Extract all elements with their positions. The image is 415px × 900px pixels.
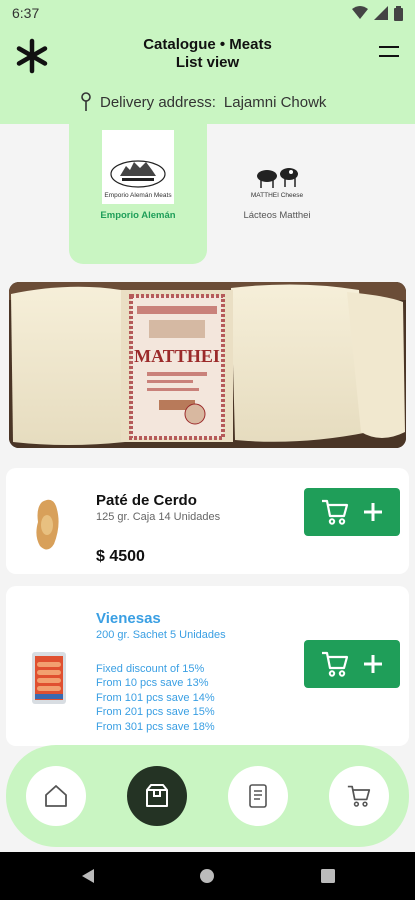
vienesas-product-image — [32, 652, 66, 704]
product-subtitle: 200 gr. Sachet 5 Unidades — [96, 629, 226, 641]
banner-brand-text: MATTHEI — [134, 346, 220, 366]
recents-icon[interactable] — [320, 868, 336, 884]
promo-banner[interactable]: MATTHEI — [9, 282, 406, 448]
page-title: Catalogue • Meats — [143, 36, 272, 53]
brand-logo-caption: Emporio Alemán Meats — [104, 192, 172, 199]
add-to-cart-button[interactable] — [304, 640, 400, 688]
delivery-label: Delivery address: — [100, 93, 216, 111]
cow-logo-icon — [257, 168, 298, 188]
app-header: Catalogue • Meats List view Delivery add… — [0, 26, 415, 124]
home-icon — [45, 785, 67, 807]
asterisk-logo-icon[interactable] — [14, 38, 50, 74]
discount-item: From 201 pcs save 15% — [96, 706, 215, 719]
nav-home-button[interactable] — [26, 766, 86, 826]
nav-orders-button[interactable] — [228, 766, 288, 826]
status-icons — [352, 5, 403, 21]
product-name: Paté de Cerdo — [96, 492, 197, 509]
product-card: Paté de Cerdo 125 gr. Caja 14 Unidades $… — [6, 468, 409, 574]
discount-item: From 101 pcs save 14% — [96, 691, 215, 704]
location-pin-icon — [81, 92, 91, 111]
back-icon[interactable] — [80, 868, 96, 884]
discount-item: From 10 pcs save 13% — [96, 677, 209, 690]
home-circle-icon[interactable] — [199, 868, 215, 884]
plus-icon — [364, 655, 382, 673]
cart-icon — [322, 651, 349, 677]
brand-logo-caption: MATTHEI Cheese — [250, 192, 304, 199]
brand-name: Lácteos Matthei — [243, 210, 311, 221]
product-price: $ 4500 — [96, 548, 145, 565]
delivery-value: Lajamni Chowk — [223, 93, 327, 111]
nav-catalogue-button[interactable] — [127, 766, 187, 826]
product-card: Vienesas 200 gr. Sachet 5 Unidades Fixed… — [6, 586, 409, 746]
catalogue-icon — [146, 784, 168, 807]
wifi-icon — [352, 6, 368, 19]
brand-name: Emporio Alemán — [100, 210, 176, 221]
add-to-cart-button[interactable] — [304, 488, 400, 536]
system-nav-bar — [0, 852, 415, 900]
product-name[interactable]: Vienesas — [96, 610, 161, 627]
pate-product-image — [36, 499, 59, 550]
product-subtitle: 125 gr. Caja 14 Unidades — [96, 511, 221, 523]
orders-icon — [249, 784, 267, 808]
discount-list: Fixed discount of 15% From 10 pcs save 1… — [96, 662, 215, 734]
discount-item: From 301 pcs save 18% — [96, 720, 215, 733]
battery-icon — [394, 5, 403, 21]
cheese-banner-image: MATTHEI — [9, 282, 406, 448]
brand-logo-emporio: Emporio Alemán Meats — [102, 130, 174, 204]
discount-item: Fixed discount of 15% — [96, 663, 205, 675]
emporio-logo-icon — [110, 160, 166, 188]
page-subtitle: List view — [175, 54, 240, 71]
nav-cart-button[interactable] — [329, 766, 389, 826]
status-time: 6:37 — [12, 5, 40, 21]
bottom-nav — [6, 745, 409, 847]
brand-selector: Emporio Alemán Meats Emporio Alemán MATT… — [0, 124, 415, 269]
status-bar: 6:37 — [0, 0, 415, 26]
delivery-address[interactable]: Delivery address: Lajamni Chowk — [80, 92, 326, 112]
signal-icon — [374, 6, 388, 20]
menu-icon[interactable] — [377, 42, 401, 62]
brand-card-lacteos-matthei[interactable]: MATTHEI Cheese Lácteos Matthei — [208, 124, 346, 264]
plus-icon — [364, 503, 382, 521]
cart-icon — [347, 785, 371, 807]
brand-logo-matthei: MATTHEI Cheese — [241, 130, 313, 204]
brand-card-emporio-aleman[interactable]: Emporio Alemán Meats Emporio Alemán — [69, 124, 207, 264]
cart-icon — [322, 499, 349, 525]
